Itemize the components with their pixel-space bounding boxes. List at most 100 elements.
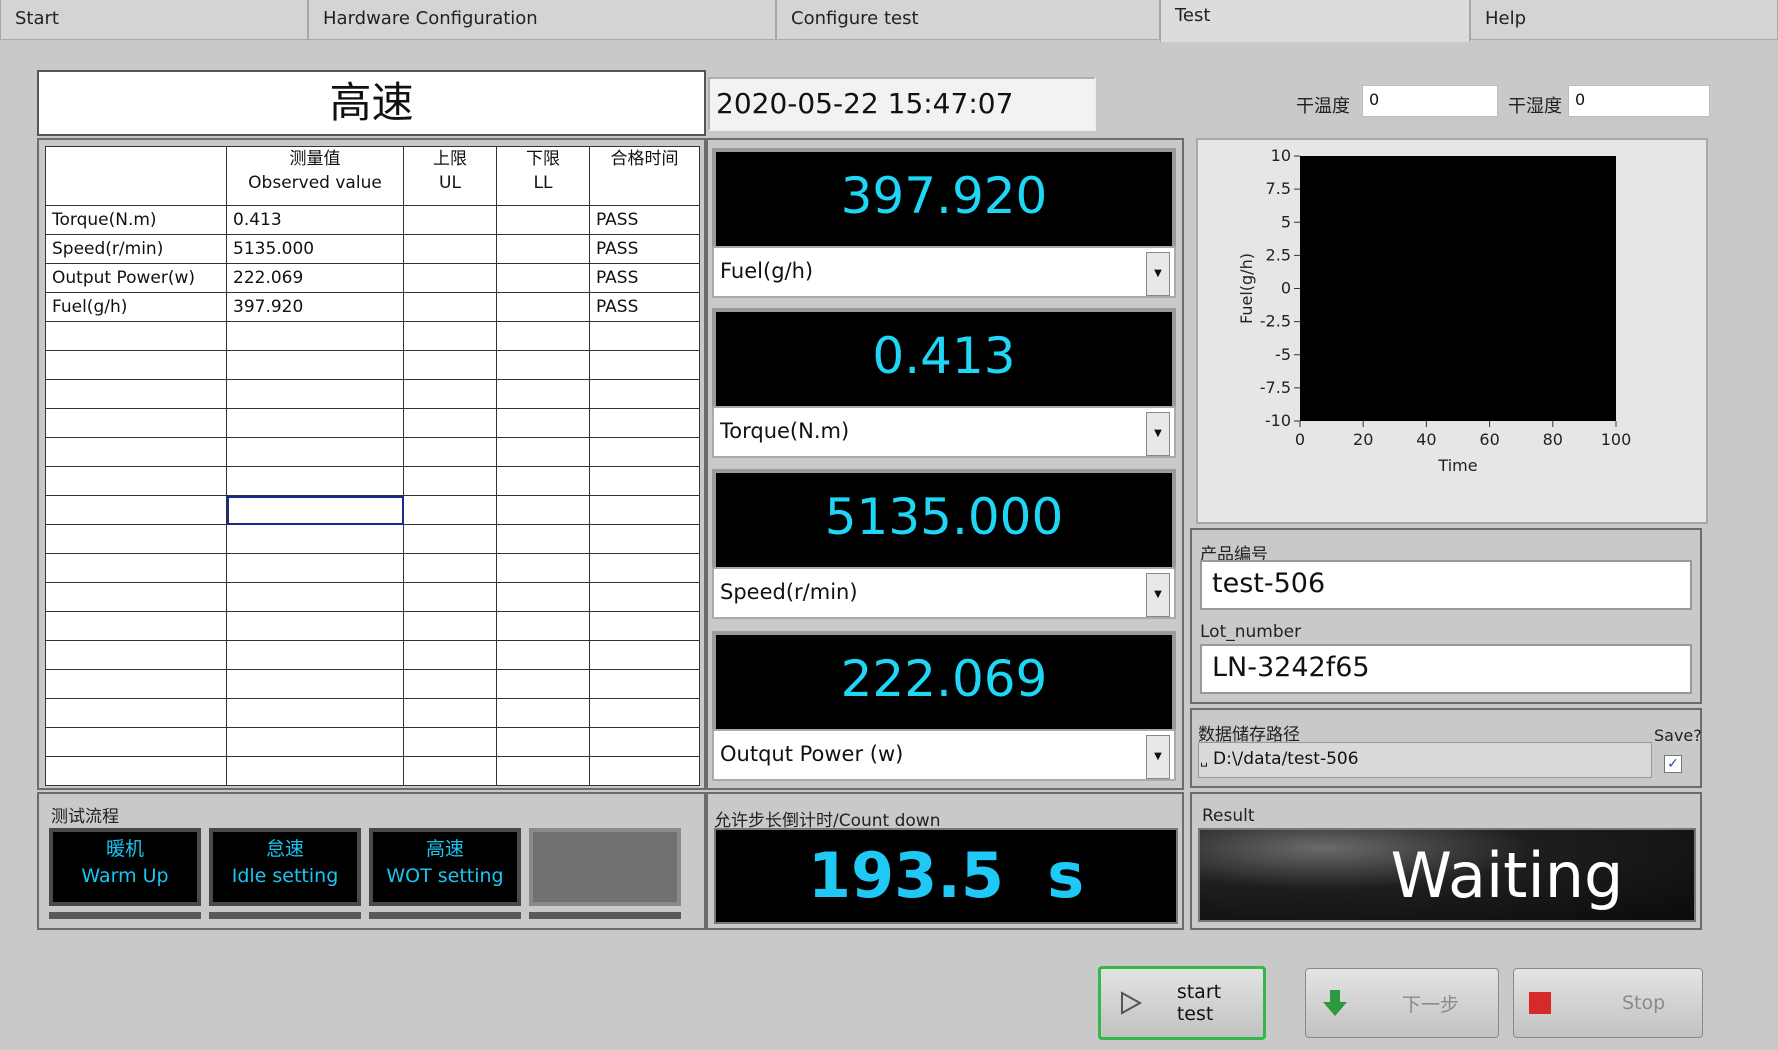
table-cell[interactable] [226,698,404,728]
table-cell[interactable] [45,756,227,786]
table-cell[interactable] [496,263,590,293]
table-cell[interactable] [496,292,590,322]
table-cell[interactable] [226,437,404,467]
table-cell[interactable] [496,582,590,612]
table-cell[interactable] [589,553,700,583]
table-cell[interactable] [496,321,590,351]
table-cell[interactable] [496,553,590,583]
table-cell[interactable] [496,495,590,525]
table-cell[interactable] [226,553,404,583]
table-cell[interactable] [589,756,700,786]
table-cell[interactable] [403,553,497,583]
tab-hardware-configuration[interactable]: Hardware Configuration [308,0,776,40]
chevron-down-icon[interactable]: ▼ [1146,412,1170,456]
table-cell[interactable] [45,582,227,612]
table-cell[interactable] [496,524,590,554]
table-cell[interactable] [403,466,497,496]
table-cell[interactable] [496,611,590,641]
table-cell[interactable] [496,466,590,496]
table-cell[interactable] [496,698,590,728]
path-browse-icon[interactable]: ␣ [1200,743,1208,777]
channel-select-4[interactable]: Outqut Power (w) ▼ [712,729,1176,781]
stop-button[interactable]: Stop [1513,968,1703,1038]
table-cell[interactable]: Output Power(w) [45,263,227,293]
chevron-down-icon[interactable]: ▼ [1146,573,1170,617]
table-cell[interactable] [45,640,227,670]
table-cell[interactable] [589,727,700,757]
table-cell[interactable] [226,466,404,496]
table-cell[interactable] [45,727,227,757]
results-table[interactable]: 测量值 Observed value 上限 UL 下限 LL 合格时间 Torque(… [45,146,700,786]
table-cell[interactable] [226,756,404,786]
table-cell[interactable] [589,669,700,699]
channel-select-3[interactable]: Speed(r/min) ▼ [712,567,1176,619]
table-cell[interactable] [589,466,700,496]
channel-select-2[interactable]: Torque(N.m) ▼ [712,406,1176,458]
table-cell[interactable] [45,321,227,351]
table-cell[interactable] [496,756,590,786]
table-cell[interactable] [45,379,227,409]
table-cell[interactable] [496,408,590,438]
table-cell[interactable] [45,495,227,525]
table-cell[interactable] [589,437,700,467]
table-cell[interactable]: 5135.000 [226,234,404,264]
table-cell[interactable] [589,379,700,409]
table-cell[interactable] [226,379,404,409]
table-cell[interactable]: 0.413 [226,205,404,235]
table-cell[interactable] [226,727,404,757]
start-test-button[interactable]: start test [1098,966,1266,1040]
table-cell[interactable] [589,582,700,612]
table-cell[interactable] [403,437,497,467]
table-cell[interactable] [226,350,404,380]
table-cell[interactable] [226,611,404,641]
table-cell[interactable] [403,495,497,525]
table-cell[interactable] [226,640,404,670]
table-cell[interactable] [589,350,700,380]
table-cell[interactable] [45,466,227,496]
table-cell[interactable] [226,524,404,554]
table-cell[interactable] [589,408,700,438]
table-cell[interactable] [589,611,700,641]
table-cell[interactable] [496,727,590,757]
table-cell[interactable] [403,727,497,757]
table-cell[interactable] [496,350,590,380]
table-cell[interactable] [403,263,497,293]
table-cell[interactable]: 397.920 [226,292,404,322]
table-cell[interactable] [45,524,227,554]
table-cell[interactable] [45,553,227,583]
table-cell[interactable] [45,611,227,641]
table-cell[interactable] [403,640,497,670]
chevron-down-icon[interactable]: ▼ [1146,735,1170,779]
channel-select-1[interactable]: Fuel(g/h) ▼ [712,246,1176,298]
table-cell[interactable]: PASS [589,292,700,322]
table-cell[interactable]: 222.069 [226,263,404,293]
table-cell[interactable] [403,234,497,264]
tab-test[interactable]: Test [1160,0,1470,42]
product-id-field[interactable]: test-506 [1200,560,1692,610]
table-cell[interactable] [589,698,700,728]
table-cell[interactable] [226,582,404,612]
table-cell[interactable] [496,205,590,235]
lot-number-field[interactable]: LN-3242f65 [1200,644,1692,694]
table-cell[interactable] [403,698,497,728]
table-cell[interactable] [403,379,497,409]
table-cell[interactable] [589,524,700,554]
table-cell[interactable] [45,669,227,699]
tab-configure-test[interactable]: Configure test [776,0,1160,40]
table-cell[interactable] [403,205,497,235]
table-cell[interactable] [589,321,700,351]
next-step-button[interactable]: 下一步 [1305,968,1499,1038]
step-idle-setting[interactable]: 怠速 Idle setting [209,828,361,906]
dry-temp-input[interactable]: 0 [1362,85,1498,117]
table-cell[interactable] [403,524,497,554]
table-cell[interactable] [496,234,590,264]
table-cell[interactable] [226,669,404,699]
table-cell[interactable]: PASS [589,263,700,293]
tab-help[interactable]: Help [1470,0,1778,40]
table-cell[interactable] [403,582,497,612]
table-cell[interactable] [403,611,497,641]
table-cell[interactable] [403,756,497,786]
save-checkbox[interactable]: ✓ [1664,755,1682,773]
tab-start[interactable]: Start [0,0,308,40]
table-cell[interactable] [496,640,590,670]
